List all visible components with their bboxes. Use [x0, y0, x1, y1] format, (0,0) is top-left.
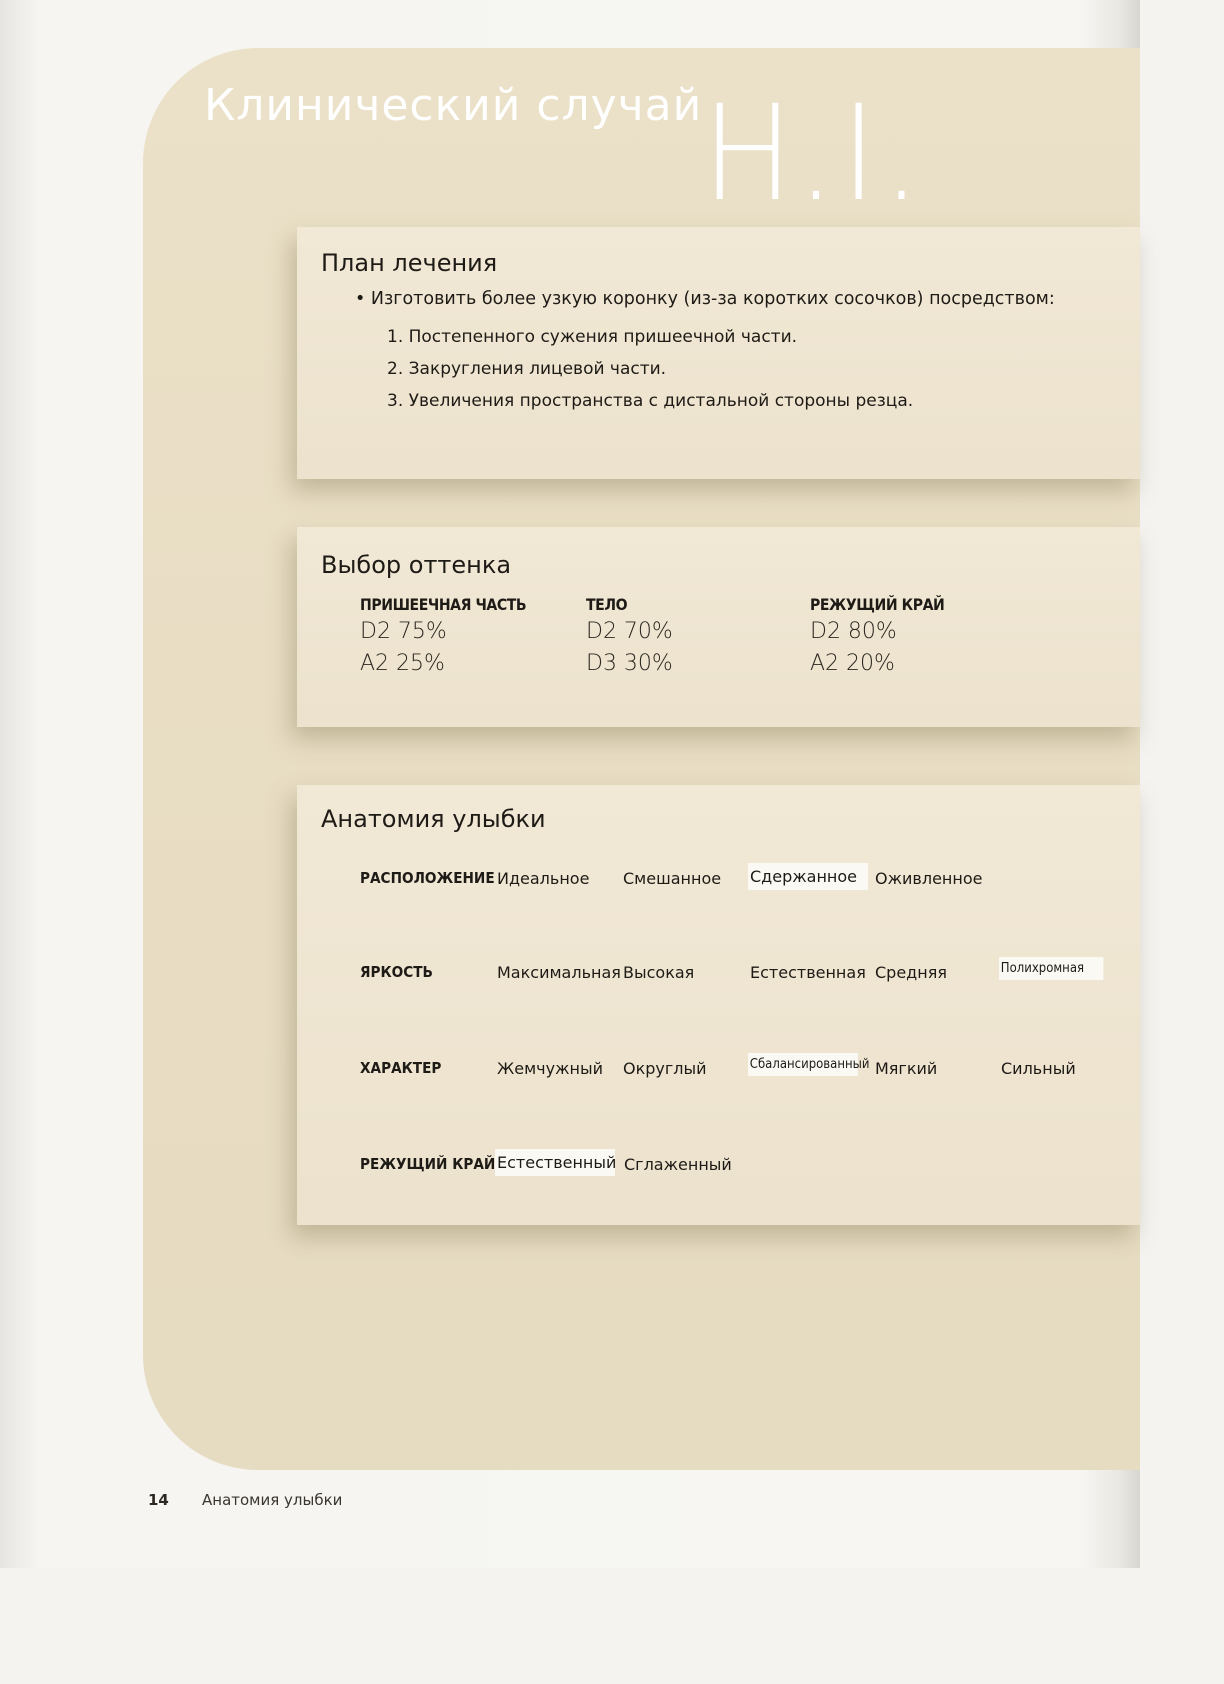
page-title: Клинический случай	[204, 80, 703, 131]
smile-option: Максимальная	[497, 963, 621, 982]
running-footer: Анатомия улыбки	[202, 1491, 343, 1509]
shade-value: A2 20%	[810, 651, 895, 676]
treatment-plan-card: План лечения • Изготовить более узкую ко…	[297, 227, 1140, 479]
case-initials: H.I.	[702, 77, 927, 231]
smile-option: Жемчужный	[497, 1059, 603, 1078]
shade-value: D2 80%	[810, 619, 897, 644]
smile-option: Сглаженный	[624, 1155, 732, 1174]
treatment-plan-bullet: • Изготовить более узкую коронку (из-за …	[355, 289, 1055, 309]
smile-option-selected: Сдержанное	[748, 863, 868, 890]
shade-selection-card: Выбор оттенка ПРИШЕЕЧНАЯ ЧАСТЬ D2 75% A2…	[297, 527, 1140, 727]
smile-row-label: РАСПОЛОЖЕНИЕ	[360, 869, 495, 887]
treatment-plan-item: 3. Увеличения пространства с дистальной …	[387, 391, 914, 411]
shade-column-header: ТЕЛО	[586, 595, 628, 614]
page-number: 14	[148, 1491, 169, 1509]
shade-column-header: ПРИШЕЕЧНАЯ ЧАСТЬ	[360, 595, 527, 614]
smile-anatomy-heading: Анатомия улыбки	[321, 805, 546, 833]
smile-option: Естественная	[750, 963, 866, 982]
shade-value: D2 70%	[586, 619, 673, 644]
smile-option: Мягкий	[875, 1059, 938, 1078]
smile-option: Округлый	[623, 1059, 707, 1078]
shade-value: D3 30%	[586, 651, 673, 676]
smile-option: Оживленное	[875, 869, 983, 888]
smile-option: Смешанное	[623, 869, 722, 888]
shade-value: D2 75%	[360, 619, 447, 644]
smile-anatomy-card: Анатомия улыбки РАСПОЛОЖЕНИЕ Идеальное С…	[297, 785, 1140, 1225]
treatment-plan-item: 1. Постепенного сужения пришеечной части…	[387, 327, 798, 347]
smile-option-selected: Естественный	[495, 1149, 616, 1176]
smile-option: Сильный	[1001, 1059, 1076, 1078]
smile-option: Идеальное	[497, 869, 590, 888]
smile-option: Средняя	[875, 963, 947, 982]
smile-option-selected: Сбалансированный	[748, 1053, 869, 1076]
smile-row-label: РЕЖУЩИЙ КРАЙ	[360, 1155, 496, 1173]
treatment-plan-heading: План лечения	[321, 249, 498, 277]
smile-row-label: ЯРКОСТЬ	[360, 963, 433, 981]
shade-value: A2 25%	[360, 651, 445, 676]
smile-row-label: ХАРАКТЕР	[360, 1059, 442, 1077]
treatment-plan-item: 2. Закругления лицевой части.	[387, 359, 667, 379]
smile-option-selected: Полихромная	[999, 957, 1104, 980]
shade-selection-heading: Выбор оттенка	[321, 551, 512, 579]
smile-option: Высокая	[623, 963, 695, 982]
shade-column-header: РЕЖУЩИЙ КРАЙ	[810, 595, 945, 614]
